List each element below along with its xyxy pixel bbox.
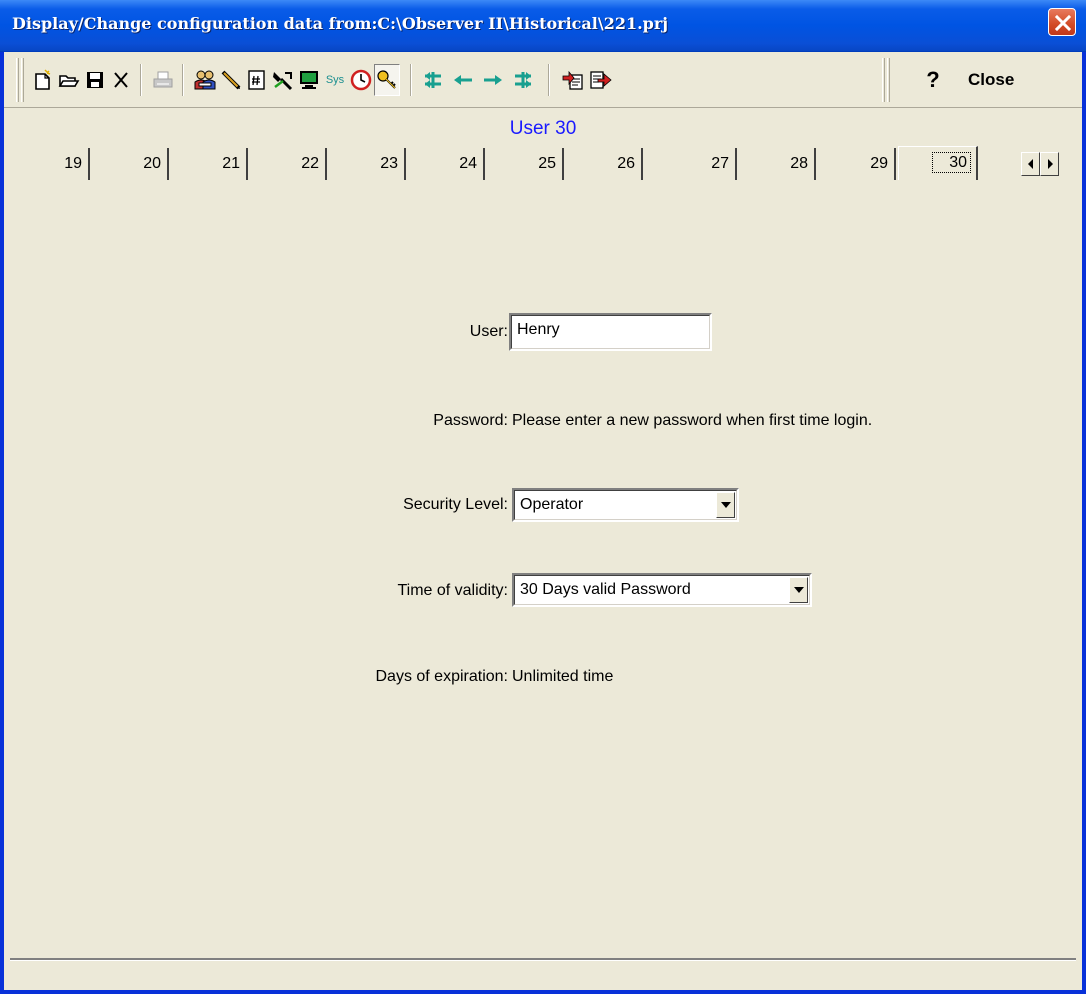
export-button[interactable] (588, 64, 614, 96)
open-button[interactable] (56, 64, 82, 96)
security-level-dropdown-button[interactable] (716, 492, 735, 518)
last-record-icon (515, 72, 531, 88)
system-button[interactable]: Sys (322, 64, 348, 96)
display-button[interactable] (296, 64, 322, 96)
days-of-expiration-label: Days of expiration: (375, 668, 508, 685)
first-record-icon (425, 72, 441, 88)
new-button[interactable] (30, 64, 56, 96)
toolbar-separator (140, 64, 142, 96)
user-field[interactable]: Henry (509, 313, 712, 351)
close-button[interactable]: Close (968, 64, 1014, 96)
numbering-button[interactable] (244, 64, 270, 96)
toolbar: Sys ? Close (4, 52, 1082, 108)
users-button[interactable] (192, 64, 218, 96)
password-label: Password: (433, 412, 508, 429)
save-button[interactable] (82, 64, 108, 96)
new-file-icon (35, 69, 51, 90)
tools-button[interactable] (270, 64, 296, 96)
time-of-validity-label: Time of validity: (397, 582, 508, 599)
first-record-button[interactable] (420, 64, 446, 96)
time-of-validity-dropdown-button[interactable] (789, 577, 808, 603)
toolbar-grip[interactable] (16, 58, 19, 102)
delete-x-icon (114, 72, 128, 88)
security-level-select[interactable]: Operator (512, 488, 739, 522)
password-text: Please enter a new password when first t… (512, 412, 873, 429)
security-level-label: Security Level: (403, 496, 508, 513)
tab-22[interactable]: 22 (252, 148, 327, 180)
user-tabs: 19 20 21 22 23 24 25 26 27 28 29 30 (16, 146, 1076, 184)
sys-icon: Sys (325, 74, 345, 86)
tab-23[interactable]: 23 (331, 148, 406, 180)
tab-29[interactable]: 29 (820, 148, 896, 180)
tab-scroll-arrows (1021, 152, 1059, 176)
time-of-validity-select[interactable]: 30 Days valid Password (512, 573, 812, 607)
pencil-icon (221, 70, 241, 90)
clock-button[interactable] (348, 64, 374, 96)
export-icon (590, 71, 612, 89)
tab-24[interactable]: 24 (410, 148, 485, 180)
tab-25[interactable]: 25 (489, 148, 564, 180)
arrow-left-icon (1027, 159, 1033, 169)
page-title: User 30 (509, 118, 577, 139)
edit-button[interactable] (218, 64, 244, 96)
tab-28[interactable]: 28 (741, 148, 816, 180)
clock-icon (350, 69, 372, 91)
last-record-button[interactable] (510, 64, 536, 96)
delete-button[interactable] (108, 64, 134, 96)
next-record-icon (484, 75, 502, 85)
chevron-down-icon (720, 502, 731, 508)
toolbar-separator (182, 64, 184, 96)
toolbar-separator (410, 64, 412, 96)
tab-scroll-left-button[interactable] (1021, 152, 1040, 176)
key-icon (377, 70, 396, 89)
title-bar[interactable]: Display/Change configuration data from:C… (0, 0, 1086, 52)
toolbar-grip[interactable] (21, 58, 24, 102)
print-icon (153, 71, 173, 88)
previous-record-icon (454, 75, 472, 85)
copy-icon (562, 70, 583, 90)
save-disk-icon (87, 72, 103, 88)
print-button[interactable] (150, 64, 176, 96)
tab-21[interactable]: 21 (173, 148, 248, 180)
window-title: Display/Change configuration data from:C… (12, 14, 669, 33)
tab-27[interactable]: 27 (647, 148, 737, 180)
user-label: User: (469, 323, 508, 340)
tab-19[interactable]: 19 (16, 148, 90, 180)
days-of-expiration-value: Unlimited time (512, 668, 614, 685)
window-close-button[interactable] (1048, 8, 1076, 36)
help-button[interactable]: ? (922, 64, 944, 96)
next-record-button[interactable] (480, 64, 506, 96)
toolbar-separator (548, 64, 550, 96)
security-button[interactable] (374, 64, 400, 96)
tab-26[interactable]: 26 (568, 148, 643, 180)
tab-scroll-right-button[interactable] (1040, 152, 1059, 176)
status-bar (10, 958, 1076, 988)
tab-20[interactable]: 20 (94, 148, 169, 180)
chevron-down-icon (793, 587, 804, 593)
open-folder-icon (58, 75, 80, 87)
toolbar-grip[interactable] (882, 58, 885, 102)
tools-icon (273, 72, 293, 91)
tab-30[interactable]: 30 (898, 146, 978, 180)
toolbar-grip[interactable] (887, 58, 890, 102)
monitor-icon (300, 71, 318, 89)
user-field-value: Henry (511, 315, 710, 349)
arrow-right-icon (1047, 159, 1053, 169)
numbered-page-icon (248, 70, 265, 90)
copy-button[interactable] (560, 64, 586, 96)
time-of-validity-value: 30 Days valid Password (514, 575, 810, 605)
previous-record-button[interactable] (450, 64, 476, 96)
security-level-value: Operator (514, 490, 737, 520)
close-icon (1054, 14, 1072, 32)
users-icon (194, 70, 216, 90)
config-window: Display/Change configuration data from:C… (0, 0, 1086, 994)
